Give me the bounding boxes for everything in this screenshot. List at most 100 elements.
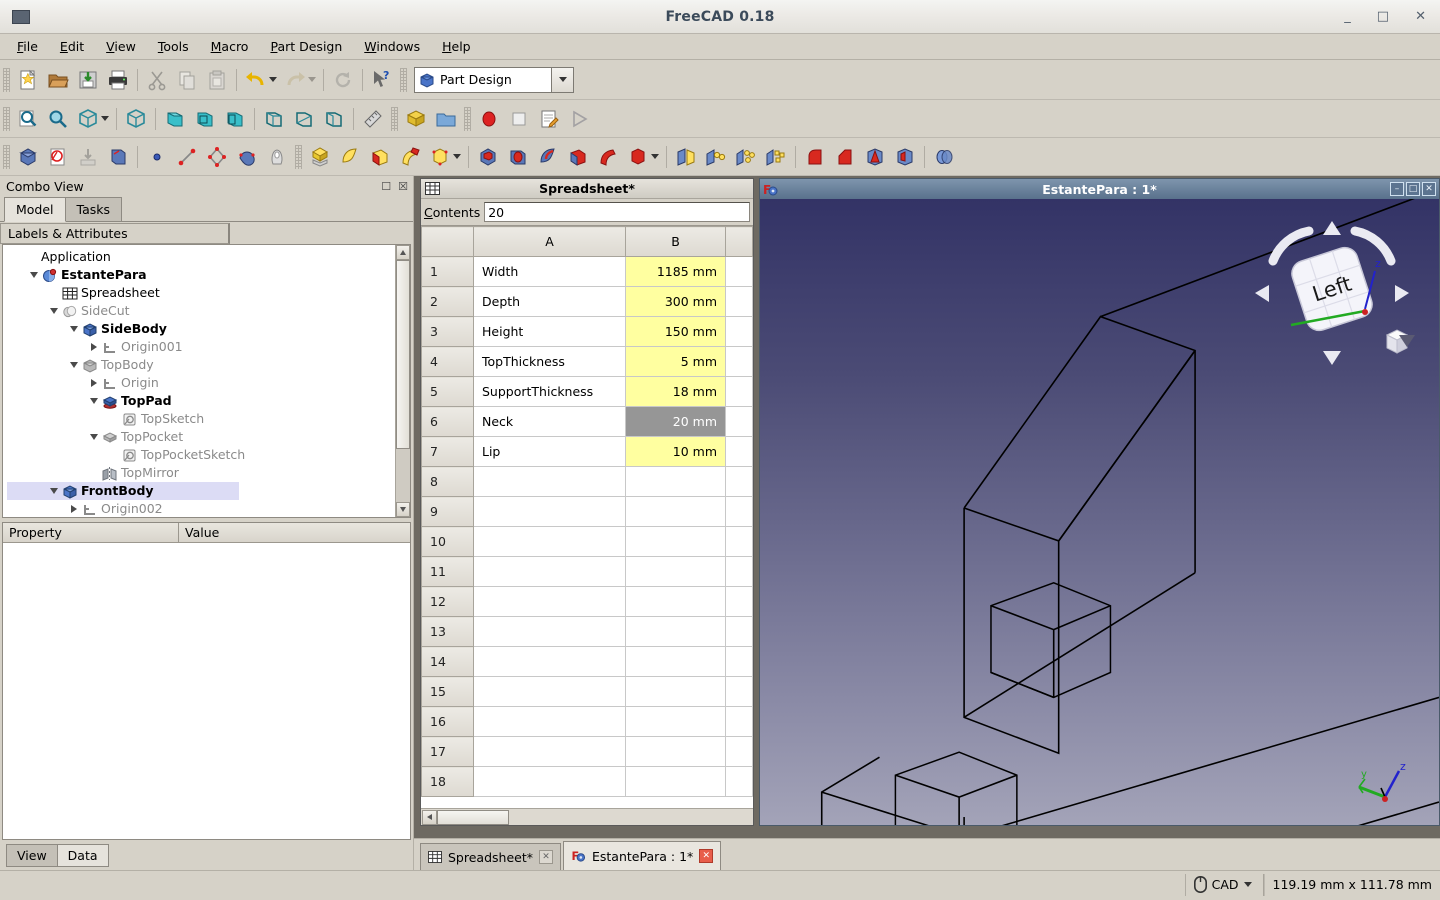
spreadsheet-row[interactable]: 11 bbox=[421, 556, 753, 587]
toolbar-grip[interactable] bbox=[464, 106, 471, 131]
cell-B7[interactable]: 10 mm bbox=[625, 436, 726, 467]
cell-A5[interactable]: SupportThickness bbox=[473, 376, 626, 407]
view3d-maximize-button[interactable]: □ bbox=[1406, 182, 1420, 196]
create-sketch-icon[interactable] bbox=[43, 142, 73, 172]
cell-B8[interactable] bbox=[625, 466, 726, 497]
subtractive-loft-icon[interactable] bbox=[563, 142, 593, 172]
spreadsheet-row[interactable]: 7 Lip 10 mm bbox=[421, 436, 753, 467]
expand-arrow-open-icon[interactable] bbox=[67, 320, 81, 338]
row-header-7[interactable]: 7 bbox=[421, 436, 474, 467]
cell-A6[interactable]: Neck bbox=[473, 406, 626, 437]
cell-B16[interactable] bbox=[625, 706, 726, 737]
cell-A15[interactable] bbox=[473, 676, 626, 707]
cell-C10[interactable] bbox=[725, 526, 753, 557]
rear-view-icon[interactable] bbox=[259, 104, 289, 134]
isometric-view-icon[interactable] bbox=[121, 104, 151, 134]
redo-dropdown-icon[interactable] bbox=[308, 77, 316, 82]
view3d-close-button[interactable]: ✕ bbox=[1422, 182, 1436, 196]
tree-item-sidecut[interactable]: SideCut bbox=[7, 302, 395, 320]
scroll-track[interactable] bbox=[396, 260, 410, 502]
cell-C16[interactable] bbox=[725, 706, 753, 737]
tab-data[interactable]: Data bbox=[56, 844, 109, 867]
row-header-13[interactable]: 13 bbox=[421, 616, 474, 647]
cell-B4[interactable]: 5 mm bbox=[625, 346, 726, 377]
macro-edit-icon[interactable] bbox=[534, 104, 564, 134]
row-header-1[interactable]: 1 bbox=[421, 256, 474, 287]
attach-sketch-icon[interactable] bbox=[73, 142, 103, 172]
measure-icon[interactable] bbox=[358, 104, 388, 134]
navigation-cube[interactable]: Left z bbox=[1247, 217, 1417, 377]
cell-C4[interactable] bbox=[725, 346, 753, 377]
spreadsheet-row[interactable]: 8 bbox=[421, 466, 753, 497]
menu-edit[interactable]: Edit bbox=[49, 36, 95, 57]
cell-C2[interactable] bbox=[725, 286, 753, 317]
expand-arrow-open-icon[interactable] bbox=[27, 266, 41, 284]
spreadsheet-row[interactable]: 16 bbox=[421, 706, 753, 737]
expand-arrow-open-icon[interactable] bbox=[87, 428, 101, 446]
cell-A4[interactable]: TopThickness bbox=[473, 346, 626, 377]
cell-B1[interactable]: 1185 mm bbox=[625, 256, 726, 287]
spreadsheet-row[interactable]: 2 Depth 300 mm bbox=[421, 286, 753, 317]
spreadsheet-row[interactable]: 15 bbox=[421, 676, 753, 707]
menu-tools[interactable]: Tools bbox=[147, 36, 200, 57]
right-view-icon[interactable] bbox=[220, 104, 250, 134]
workbench-selector[interactable]: Part Design bbox=[414, 66, 574, 93]
cell-B14[interactable] bbox=[625, 646, 726, 677]
row-header-6[interactable]: 6 bbox=[421, 406, 474, 437]
tree-item-origin002[interactable]: Origin002 bbox=[7, 500, 395, 517]
cell-B3[interactable]: 150 mm bbox=[625, 316, 726, 347]
row-header-10[interactable]: 10 bbox=[421, 526, 474, 557]
create-body-icon[interactable] bbox=[13, 142, 43, 172]
tree-item-estantepara[interactable]: EstantePara bbox=[7, 266, 395, 284]
navigation-style-cell[interactable]: CAD bbox=[1184, 873, 1263, 896]
menu-view[interactable]: View bbox=[95, 36, 147, 57]
copy-icon[interactable] bbox=[172, 65, 202, 95]
subtractive-pipe-icon[interactable] bbox=[593, 142, 623, 172]
spreadsheet-row[interactable]: 6 Neck 20 mm bbox=[421, 406, 753, 437]
view3d-subwindow[interactable]: F EstantePara : 1* – □ ✕ Left z z y bbox=[759, 178, 1440, 826]
tree-item-sidebody[interactable]: SideBody bbox=[7, 320, 395, 338]
undo-dropdown-icon[interactable] bbox=[269, 77, 277, 82]
linear-pattern-icon[interactable] bbox=[701, 142, 731, 172]
spreadsheet-row[interactable]: 12 bbox=[421, 586, 753, 617]
cell-A11[interactable] bbox=[473, 556, 626, 587]
expand-arrow-open-icon[interactable] bbox=[87, 392, 101, 410]
cell-B5[interactable]: 18 mm bbox=[625, 376, 726, 407]
cell-C17[interactable] bbox=[725, 736, 753, 767]
view3d-canvas[interactable]: Left z z y bbox=[760, 199, 1439, 825]
spreadsheet-row[interactable]: 5 SupportThickness 18 mm bbox=[421, 376, 753, 407]
tab-tasks[interactable]: Tasks bbox=[64, 197, 123, 221]
menu-file[interactable]: FFileile bbox=[6, 36, 49, 57]
fillet-icon[interactable] bbox=[800, 142, 830, 172]
doc-tab-close-button[interactable]: ✕ bbox=[539, 850, 553, 864]
cell-A17[interactable] bbox=[473, 736, 626, 767]
doc-tab-close-button[interactable]: ✕ bbox=[699, 849, 714, 863]
property-editor[interactable]: Property Value bbox=[2, 522, 411, 840]
tree-item-application[interactable]: Application bbox=[7, 248, 395, 266]
macro-stop-icon[interactable] bbox=[504, 104, 534, 134]
row-header-16[interactable]: 16 bbox=[421, 706, 474, 737]
pocket-icon[interactable] bbox=[473, 142, 503, 172]
expand-arrow-open-icon[interactable] bbox=[47, 482, 61, 500]
row-header-17[interactable]: 17 bbox=[421, 736, 474, 767]
toolbar-grip[interactable] bbox=[391, 106, 398, 131]
workbench-dropdown-icon[interactable] bbox=[551, 67, 573, 92]
additive-primitive-dropdown-icon[interactable] bbox=[453, 154, 461, 159]
cell-C1[interactable] bbox=[725, 256, 753, 287]
create-group-icon[interactable] bbox=[431, 104, 461, 134]
new-document-icon[interactable] bbox=[13, 65, 43, 95]
draw-style-dropdown-icon[interactable] bbox=[101, 116, 109, 121]
scroll-left-button[interactable] bbox=[422, 809, 437, 825]
expand-arrow-open-icon[interactable] bbox=[67, 356, 81, 374]
spreadsheet-row[interactable]: 17 bbox=[421, 736, 753, 767]
tree-item-toppocket[interactable]: TopPocket bbox=[7, 428, 395, 446]
left-view-icon[interactable] bbox=[319, 104, 349, 134]
spreadsheet-horizontal-scrollbar[interactable] bbox=[421, 808, 753, 825]
row-header-9[interactable]: 9 bbox=[421, 496, 474, 527]
view3d-minimize-button[interactable]: – bbox=[1390, 182, 1404, 196]
cell-C3[interactable] bbox=[725, 316, 753, 347]
create-polyline-icon[interactable] bbox=[202, 142, 232, 172]
expand-arrow-open-icon[interactable] bbox=[47, 302, 61, 320]
spreadsheet-row[interactable]: 9 bbox=[421, 496, 753, 527]
scroll-thumb[interactable] bbox=[396, 260, 410, 449]
